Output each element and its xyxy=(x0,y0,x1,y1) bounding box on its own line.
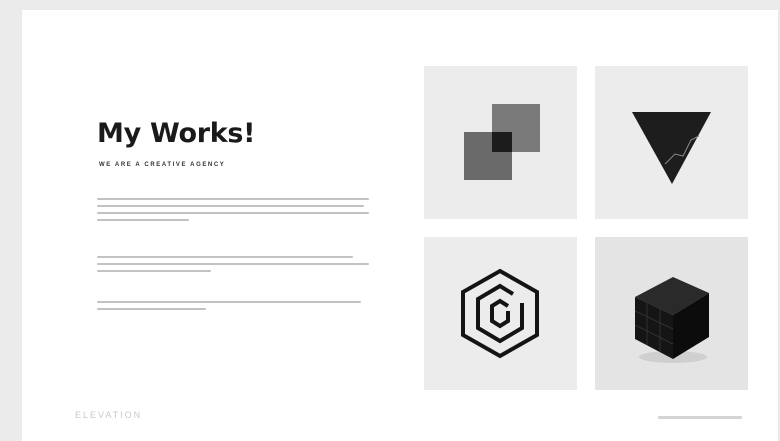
hexagon-logo-icon xyxy=(461,268,539,359)
work-tile-4[interactable] xyxy=(595,237,748,390)
overlapping-squares-icon xyxy=(464,104,540,180)
work-tile-2[interactable] xyxy=(595,66,748,219)
footer-note xyxy=(658,416,742,419)
work-tile-3[interactable] xyxy=(424,237,577,390)
inverted-triangle-icon xyxy=(632,112,711,184)
black-cube-icon xyxy=(634,277,709,363)
body-paragraph-3 xyxy=(97,301,369,315)
page-subtitle: WE ARE A CREATIVE AGENCY xyxy=(99,162,226,168)
page-title: My Works! xyxy=(97,118,256,149)
work-tile-1[interactable] xyxy=(424,66,577,219)
body-paragraph-2 xyxy=(97,256,369,277)
slide: My Works! WE ARE A CREATIVE AGENCY ELEVA… xyxy=(22,10,778,441)
body-paragraph-1 xyxy=(97,198,369,226)
brand-logo: ELEVATION xyxy=(75,410,143,420)
